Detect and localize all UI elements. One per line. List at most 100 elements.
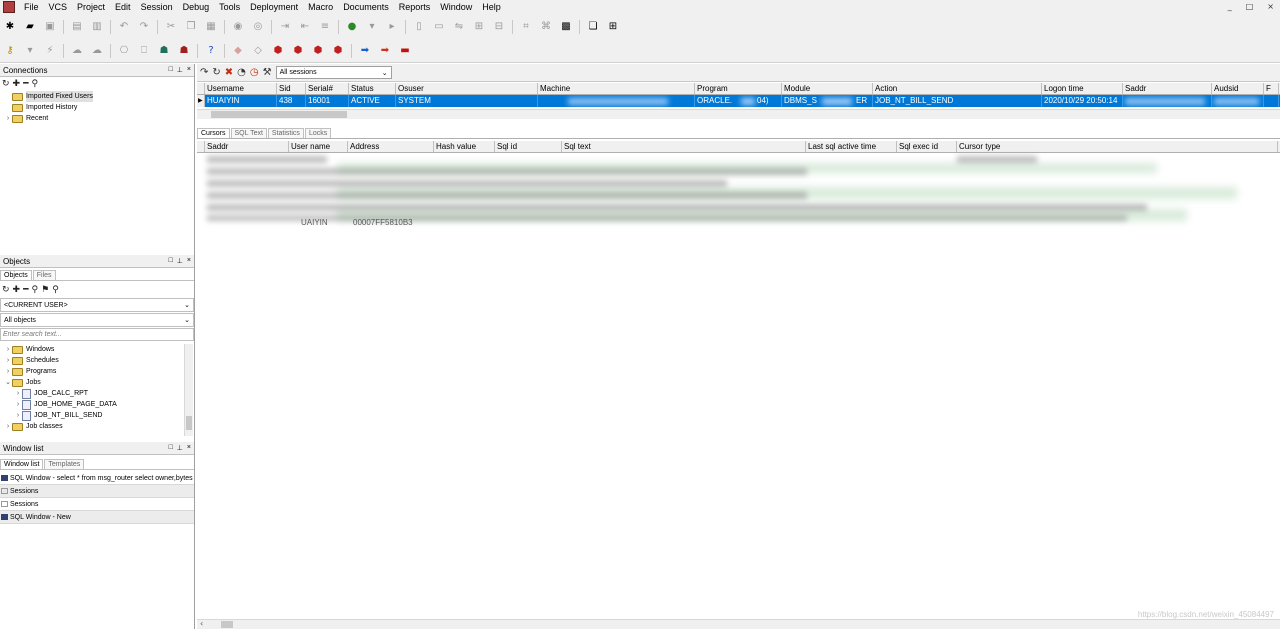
paste-icon[interactable]: ▦	[204, 20, 218, 34]
explain-icon[interactable]: ⊟	[492, 20, 506, 34]
remove-icon[interactable]: ━	[23, 285, 28, 295]
find-icon[interactable]: ⚲	[32, 285, 39, 295]
document-list-icon[interactable]: ▭	[432, 20, 446, 34]
tab-objects[interactable]: Objects	[0, 270, 32, 280]
sql-window-icon[interactable]: ⎔	[117, 44, 131, 58]
pin-icon[interactable]: ⊥	[177, 66, 183, 74]
close-icon[interactable]: ×	[187, 66, 191, 74]
tab-window-list[interactable]: Window list	[0, 459, 44, 469]
document-icon[interactable]: ▯	[412, 20, 426, 34]
menu-macro[interactable]: Macro	[303, 0, 338, 14]
arrow-blue-icon[interactable]: ➡	[358, 44, 372, 58]
float-icon[interactable]: □	[169, 444, 173, 452]
column-header[interactable]: User name	[289, 141, 348, 152]
tab-sql-text[interactable]: SQL Text	[230, 128, 267, 138]
window-list-item[interactable]: Sessions	[0, 498, 194, 511]
indent-icon[interactable]: ⇥	[278, 20, 292, 34]
expand-icon[interactable]: ›	[4, 113, 12, 124]
tab-locks[interactable]: Locks	[304, 128, 332, 138]
column-header[interactable]: Program	[695, 83, 782, 94]
objects-scrollbar[interactable]	[184, 344, 193, 436]
pin-icon[interactable]: ⊥	[177, 257, 183, 265]
session-filter-select[interactable]: All sessions ⌄	[275, 66, 392, 79]
arrow-red-icon[interactable]: ➡	[378, 44, 392, 58]
copy-icon[interactable]: ❐	[184, 20, 198, 34]
remove-icon[interactable]: ━	[23, 79, 28, 89]
expand-icon[interactable]: ›	[14, 399, 22, 410]
float-icon[interactable]: □	[169, 66, 173, 74]
find-icon[interactable]: ◉	[231, 20, 245, 34]
user-select[interactable]: <CURRENT USER> ⌄	[0, 298, 194, 312]
debug-icon[interactable]: ☗	[177, 44, 191, 58]
close-icon[interactable]: ×	[187, 257, 191, 265]
compare-icon[interactable]: ⇋	[452, 20, 466, 34]
minimize-button[interactable]: _	[1228, 0, 1232, 14]
menu-session[interactable]: Session	[136, 0, 178, 14]
refresh-icon[interactable]: ↷	[200, 67, 208, 78]
key-icon[interactable]: ⚷	[3, 44, 17, 58]
column-header[interactable]: Username	[205, 83, 277, 94]
tree-item-recent[interactable]: › Recent	[4, 113, 194, 124]
save-icon[interactable]: ▣	[43, 20, 57, 34]
print-icon[interactable]: ▤	[70, 20, 84, 34]
add-icon[interactable]: ✚	[13, 285, 21, 295]
step-into-icon[interactable]: ⬢	[271, 44, 285, 58]
column-header[interactable]: Module	[782, 83, 873, 94]
tree-item-imported-history[interactable]: Imported History	[4, 102, 194, 113]
replace-icon[interactable]: ◎	[251, 20, 265, 34]
column-header[interactable]: Logon time	[1042, 83, 1123, 94]
column-header[interactable]: Serial#	[306, 83, 349, 94]
window-list-item[interactable]: SQL Window - select * from msg_router se…	[0, 472, 194, 485]
menu-project[interactable]: Project	[72, 0, 110, 14]
menu-debug[interactable]: Debug	[178, 0, 215, 14]
commit-icon[interactable]: ☁	[70, 44, 84, 58]
menu-edit[interactable]: Edit	[110, 0, 136, 14]
column-header[interactable]: F	[1264, 83, 1279, 94]
tree-item-windows[interactable]: › Windows	[4, 344, 194, 355]
tab-templates[interactable]: Templates	[44, 459, 85, 469]
column-header[interactable]: Sql exec id	[897, 141, 957, 152]
collapse-icon[interactable]: ⌄	[4, 377, 12, 388]
column-header[interactable]: Sql text	[562, 141, 806, 152]
open-icon[interactable]: ▰	[23, 20, 37, 34]
car-icon[interactable]: ▬	[398, 44, 412, 58]
close-button[interactable]: ×	[1267, 0, 1274, 14]
column-header[interactable]: Status	[349, 83, 396, 94]
column-header[interactable]: Osuser	[396, 83, 538, 94]
close-icon[interactable]: ×	[187, 444, 191, 452]
tree-icon[interactable]: ⚲	[32, 79, 39, 89]
tree-item-jobs[interactable]: ⌄ Jobs	[4, 377, 194, 388]
session-row[interactable]: ▶ HUAIYIN 438 16001 ACTIVE SYSTEM ORACLE…	[197, 95, 1280, 107]
expand-icon[interactable]: ›	[4, 366, 12, 377]
expand-icon[interactable]: ›	[14, 410, 22, 421]
breakpoint-icon[interactable]: ◆	[231, 44, 245, 58]
wrench-icon[interactable]: ⚒	[263, 67, 272, 78]
print-preview-icon[interactable]: ▥	[90, 20, 104, 34]
cursors-hscrollbar[interactable]: ‹	[197, 619, 1280, 629]
query-builder-icon[interactable]: ⌗	[519, 20, 533, 34]
column-header[interactable]: Saddr	[1123, 83, 1212, 94]
tree-item-job-classes[interactable]: › Job classes	[4, 421, 194, 432]
step-over-icon[interactable]: ⬢	[291, 44, 305, 58]
disconnect-icon[interactable]: ⚡	[43, 44, 57, 58]
column-header[interactable]: Sid	[277, 83, 306, 94]
expand-icon[interactable]: ›	[4, 421, 12, 432]
tree-item-programs[interactable]: › Programs	[4, 366, 194, 377]
command-window-icon[interactable]: ⎕	[137, 44, 151, 58]
object-filter-select[interactable]: All objects ⌄	[0, 313, 194, 327]
cascade-windows-icon[interactable]: ❏	[586, 20, 600, 34]
menu-reports[interactable]: Reports	[394, 0, 436, 14]
column-header[interactable]: Saddr	[205, 141, 289, 152]
tree-item-job[interactable]: › JOB_NT_BILL_SEND	[4, 410, 194, 421]
timer-icon[interactable]: ◔	[237, 67, 246, 78]
column-header[interactable]: Audsid	[1212, 83, 1264, 94]
run-to-icon[interactable]: ⬢	[331, 44, 345, 58]
tree-item-imported-fixed-users[interactable]: Imported Fixed Users	[4, 91, 194, 102]
explain-plan-icon[interactable]: ☗	[157, 44, 171, 58]
expand-icon[interactable]: ›	[4, 355, 12, 366]
tree-item-job[interactable]: › JOB_CALC_RPT	[4, 388, 194, 399]
menu-tools[interactable]: Tools	[214, 0, 245, 14]
column-header[interactable]: Address	[348, 141, 434, 152]
column-header[interactable]: Last sql active time	[806, 141, 897, 152]
split-icon[interactable]: ⊞	[472, 20, 486, 34]
